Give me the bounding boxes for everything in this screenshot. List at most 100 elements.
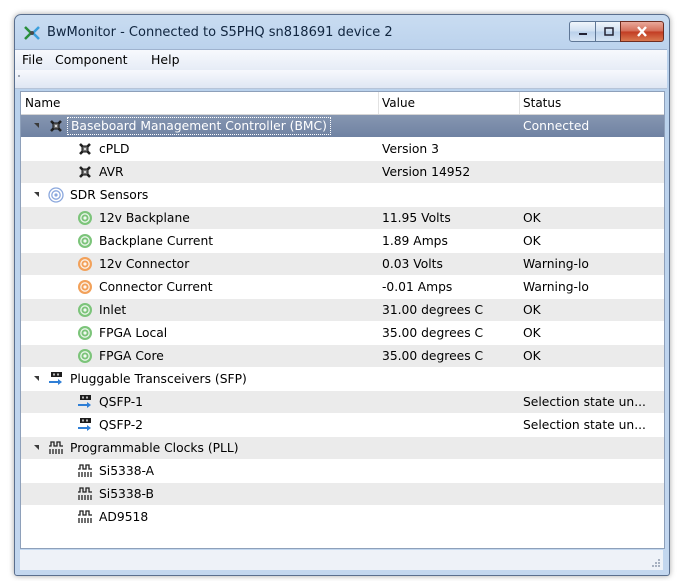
bmc-chip-icon: [79, 166, 91, 178]
tree-row[interactable]: 12v Backplane 11.95 Volts OK: [21, 207, 664, 230]
column-header-name[interactable]: Name: [25, 96, 60, 110]
tree-row[interactable]: QSFP-2 Selection state un...: [21, 414, 664, 437]
row-value: Version 14952: [382, 165, 471, 179]
column-divider[interactable]: [519, 92, 520, 114]
row-status: OK: [523, 303, 541, 317]
tree-row[interactable]: AD9518: [21, 506, 664, 529]
maximize-icon: [603, 27, 614, 36]
expand-collapse-icon[interactable]: [34, 445, 39, 450]
row-status: Selection state un...: [523, 418, 646, 432]
toolbar: [15, 70, 667, 89]
clock-icon: [78, 464, 92, 477]
row-name: Connector Current: [99, 280, 213, 294]
row-name: 12v Connector: [99, 257, 190, 271]
tree-row[interactable]: 12v Connector 0.03 Volts Warning-lo: [21, 253, 664, 276]
row-status: OK: [523, 234, 541, 248]
title-bar[interactable]: BwMonitor - Connected to S5PHQ sn818691 …: [15, 15, 669, 49]
sensor-ok-icon: [78, 303, 92, 317]
sensor-ok-icon: [78, 349, 92, 363]
status-bar: [20, 550, 663, 570]
app-icon: [24, 26, 40, 40]
tree-group-row[interactable]: Pluggable Transceivers (SFP): [21, 368, 664, 391]
clock-icon: [78, 510, 92, 523]
menu-help[interactable]: Help: [151, 52, 180, 67]
row-status: Warning-lo: [523, 280, 589, 294]
sensor-ok-icon: [78, 211, 92, 225]
tree-group-row[interactable]: Programmable Clocks (PLL): [21, 437, 664, 460]
tree-row[interactable]: Inlet 31.00 degrees C OK: [21, 299, 664, 322]
row-value: 1.89 Amps: [382, 234, 448, 248]
bmc-chip-icon: [50, 120, 62, 132]
tree-group-row[interactable]: SDR Sensors: [21, 184, 664, 207]
tree-group-row[interactable]: Baseboard Management Controller (BMC) Con…: [21, 115, 664, 138]
row-name: QSFP-2: [99, 418, 143, 432]
row-name: FPGA Core: [99, 349, 164, 363]
row-name: Baseboard Management Controller (BMC): [67, 117, 331, 135]
row-name: Inlet: [99, 303, 127, 317]
row-name: cPLD: [99, 142, 130, 156]
tree-row[interactable]: Connector Current -0.01 Amps Warning-lo: [21, 276, 664, 299]
component-tree-list: Name Value Status Baseboard Management C…: [20, 91, 665, 549]
sensor-warning-icon: [78, 280, 92, 294]
row-status: Selection state un...: [523, 395, 646, 409]
tree-row[interactable]: Backplane Current 1.89 Amps OK: [21, 230, 664, 253]
expand-collapse-icon[interactable]: [34, 376, 39, 381]
expand-collapse-icon[interactable]: [34, 123, 39, 128]
row-name: FPGA Local: [99, 326, 168, 340]
clock-icon: [49, 441, 63, 454]
row-value: 31.00 degrees C: [382, 303, 484, 317]
row-status: OK: [523, 326, 541, 340]
row-name: AD9518: [99, 510, 149, 524]
tree-row[interactable]: AVR Version 14952: [21, 161, 664, 184]
transceiver-icon: [49, 372, 62, 385]
toolbar-grip[interactable]: [18, 75, 20, 77]
row-value: -0.01 Amps: [382, 280, 453, 294]
row-name: Programmable Clocks (PLL): [70, 441, 239, 455]
sensor-ok-icon: [78, 326, 92, 340]
column-divider[interactable]: [378, 92, 379, 114]
row-value: Version 3: [382, 142, 439, 156]
row-value: 0.03 Volts: [382, 257, 443, 271]
bmc-chip-icon: [79, 143, 91, 155]
row-value: 11.95 Volts: [382, 211, 451, 225]
row-name: QSFP-1: [99, 395, 143, 409]
row-name: Backplane Current: [99, 234, 214, 248]
window-title: BwMonitor - Connected to S5PHQ sn818691 …: [47, 25, 393, 40]
app-window: BwMonitor - Connected to S5PHQ sn818691 …: [14, 14, 670, 576]
transceiver-icon: [78, 418, 91, 431]
column-header-value[interactable]: Value: [382, 96, 415, 110]
tree-row[interactable]: Si5338-A: [21, 460, 664, 483]
row-status: OK: [523, 211, 541, 225]
tree-row[interactable]: FPGA Core 35.00 degrees C OK: [21, 345, 664, 368]
sensor-icon: [48, 187, 64, 203]
menu-component[interactable]: Component: [55, 52, 128, 67]
close-icon: [637, 26, 647, 37]
minimize-icon: [579, 32, 587, 35]
tree-row[interactable]: cPLD Version 3: [21, 138, 664, 161]
resize-grip-icon[interactable]: [651, 558, 661, 568]
expand-collapse-icon[interactable]: [34, 192, 39, 197]
row-name: AVR: [99, 165, 124, 179]
row-status: Connected: [523, 119, 590, 133]
row-value: 35.00 degrees C: [382, 349, 484, 363]
close-button[interactable]: [620, 21, 664, 42]
menu-file[interactable]: File: [22, 52, 43, 67]
transceiver-icon: [78, 395, 91, 408]
row-name: Si5338-B: [99, 487, 154, 501]
row-name: Pluggable Transceivers (SFP): [70, 372, 247, 386]
row-name: Si5338-A: [99, 464, 155, 478]
maximize-button[interactable]: [595, 21, 622, 42]
clock-icon: [78, 487, 92, 500]
row-status: Warning-lo: [523, 257, 589, 271]
row-status: OK: [523, 349, 541, 363]
row-name: 12v Backplane: [99, 211, 190, 225]
row-value: 35.00 degrees C: [382, 326, 484, 340]
tree-row[interactable]: Si5338-B: [21, 483, 664, 506]
tree-row[interactable]: QSFP-1 Selection state un...: [21, 391, 664, 414]
menu-bar: File Component Help: [15, 49, 667, 70]
column-header-status[interactable]: Status: [523, 96, 561, 110]
sensor-ok-icon: [78, 234, 92, 248]
row-name: SDR Sensors: [70, 188, 149, 202]
tree-row[interactable]: FPGA Local 35.00 degrees C OK: [21, 322, 664, 345]
minimize-button[interactable]: [569, 21, 597, 42]
